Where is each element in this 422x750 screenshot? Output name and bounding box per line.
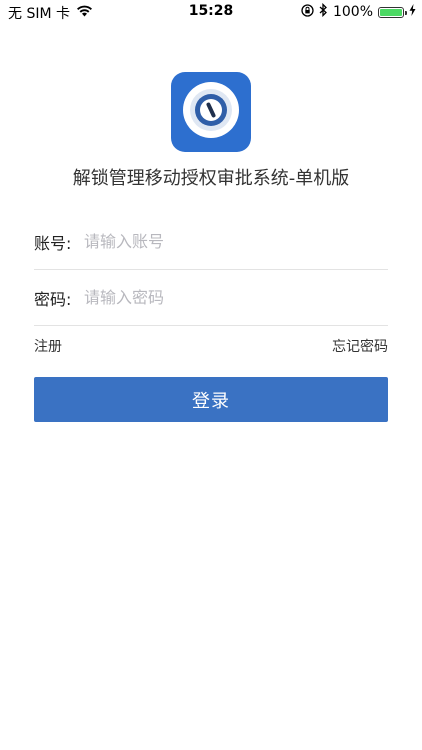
register-link[interactable]: 注册 — [34, 336, 62, 356]
battery-icon — [378, 6, 407, 18]
app-logo — [171, 72, 251, 152]
battery-fill — [380, 8, 402, 16]
rotation-lock-icon — [301, 3, 314, 21]
link-row: 注册 忘记密码 — [34, 336, 388, 356]
password-input[interactable] — [84, 288, 388, 307]
password-label: 密码: — [34, 289, 72, 309]
login-button[interactable]: 登录 — [34, 377, 388, 422]
account-row: 账号: — [34, 214, 388, 270]
bluetooth-icon — [319, 2, 328, 21]
lock-dial-icon — [179, 78, 243, 146]
status-bar: 无 SIM 卡 15:28 100% — [0, 0, 422, 24]
account-label: 账号: — [34, 233, 72, 253]
battery-percent-text: 100% — [332, 4, 373, 20]
status-right: 100% — [301, 2, 416, 21]
charging-icon — [409, 4, 416, 20]
password-row: 密码: — [34, 270, 388, 326]
login-button-label: 登录 — [192, 390, 230, 412]
forgot-password-link[interactable]: 忘记密码 — [332, 336, 388, 356]
account-input[interactable] — [84, 232, 388, 251]
app-title: 解锁管理移动授权审批系统-单机版 — [72, 168, 350, 189]
